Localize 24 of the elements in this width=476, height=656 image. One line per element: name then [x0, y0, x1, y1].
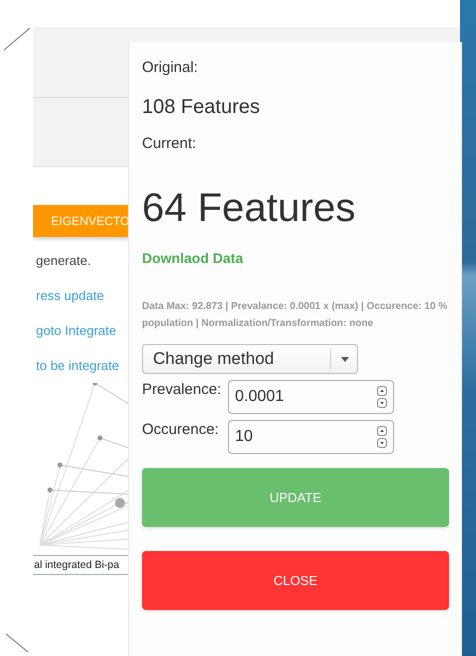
caret-icon [341, 356, 349, 362]
diagonal-line [4, 632, 30, 654]
instruction-text: generate. [36, 252, 91, 270]
graph-caption: al integrated Bi-pa [33, 555, 128, 575]
info-text: Data Max: 92.873 | Prevalance: 0.0001 x (max) | Occurence: 10 % population | Normalization/Transformation: none [142, 300, 448, 331]
diagonal-line [2, 26, 32, 52]
decrement-icon[interactable] [377, 438, 387, 448]
increment-icon[interactable] [377, 426, 387, 436]
link[interactable]: goto Integrate [36, 319, 116, 342]
link[interactable]: ress update [36, 284, 104, 307]
original-label: Original: [142, 58, 198, 78]
link[interactable]: to be integrate [36, 354, 120, 377]
decrement-icon[interactable] [377, 398, 387, 408]
update-button[interactable]: UPDATE [142, 468, 449, 527]
field-label: Prevalence: [142, 380, 222, 400]
number-field[interactable]: 10 [228, 420, 394, 454]
current-label: Current: [142, 134, 196, 154]
increment-icon[interactable] [377, 386, 387, 396]
method-select[interactable]: Change method [142, 344, 358, 374]
number-field[interactable]: 0.0001 [228, 380, 394, 414]
field-label: Occurence: [142, 420, 220, 440]
close-button[interactable]: CLOSE [142, 551, 449, 610]
original-value: 108 Features [142, 95, 260, 119]
download-link[interactable]: Downlaod Data [142, 250, 244, 266]
